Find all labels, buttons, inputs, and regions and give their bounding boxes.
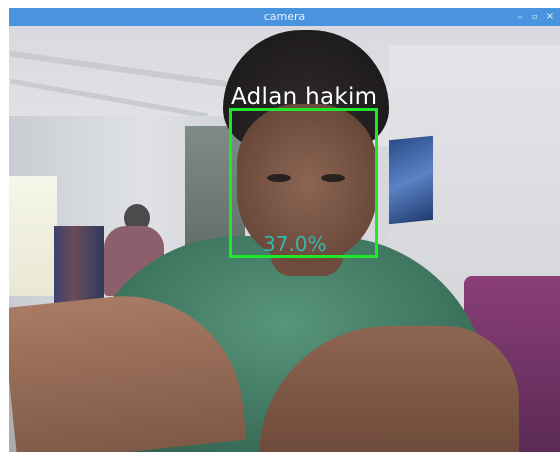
maximize-button[interactable]: ▫ <box>529 8 541 26</box>
detected-name-label: Adlan hakim <box>231 84 378 110</box>
confidence-label: 37.0% <box>263 232 327 256</box>
wall-poster <box>389 135 433 225</box>
camera-viewport: Adlan hakim 37.0% <box>9 26 560 452</box>
camera-window: camera – ▫ × Adlan hakim 37.0% <box>9 8 560 452</box>
window-title: camera <box>263 10 306 23</box>
close-button[interactable]: × <box>544 8 556 26</box>
window-light <box>9 176 57 296</box>
minimize-button[interactable]: – <box>514 8 526 26</box>
title-bar[interactable]: camera – ▫ × <box>9 8 560 26</box>
